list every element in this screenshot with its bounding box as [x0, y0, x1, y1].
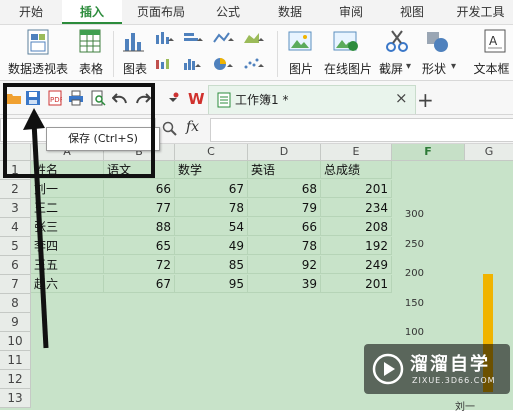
new-tab-icon[interactable]: +: [417, 88, 434, 112]
pie-chart-icon[interactable]: [213, 57, 237, 74]
row-header[interactable]: 13: [0, 389, 31, 408]
watermark-subtitle: ZIXUE.3D66.COM: [412, 376, 496, 385]
table-cell[interactable]: 54: [175, 218, 248, 236]
table-cell[interactable]: 39: [248, 275, 321, 293]
chart-y-tick: 200: [404, 268, 424, 279]
table-cell[interactable]: 77: [104, 199, 175, 217]
table-cell[interactable]: 67: [175, 180, 248, 198]
table-cell[interactable]: 95: [175, 275, 248, 293]
table-cell[interactable]: 78: [248, 237, 321, 255]
screenshot-label[interactable]: 截屏: [376, 61, 406, 77]
tab-developer[interactable]: 开发工具: [448, 0, 513, 24]
column-header-g[interactable]: G: [465, 144, 513, 161]
watermark: 溜溜自学 ZIXUE.3D66.COM: [364, 344, 510, 394]
tab-page-layout[interactable]: 页面布局: [125, 0, 197, 24]
bar-chart-icon[interactable]: [183, 31, 205, 48]
chart-y-tick: 300: [404, 209, 424, 220]
table-label[interactable]: 表格: [74, 61, 108, 77]
wps-logo-icon[interactable]: W: [188, 90, 205, 108]
shapes-icon[interactable]: [425, 29, 449, 56]
scatter-chart-icon[interactable]: [243, 57, 267, 74]
table-cell[interactable]: 234: [321, 199, 392, 217]
pivot-table-label[interactable]: 数据透视表: [2, 61, 74, 77]
stock-chart-icon[interactable]: [154, 57, 176, 74]
svg-text:A: A: [489, 34, 498, 48]
tab-view[interactable]: 视图: [384, 0, 440, 24]
watermark-title: 溜溜自学: [410, 354, 490, 375]
menu-bar: 开始 插入 页面布局 公式 数据 审阅 视图 开发工具: [0, 0, 513, 25]
ribbon-divider: [113, 31, 114, 77]
line-chart-icon[interactable]: [213, 31, 237, 48]
table-header-cell[interactable]: 总成绩: [321, 161, 392, 179]
table-icon[interactable]: [79, 29, 101, 56]
table-cell[interactable]: 249: [321, 256, 392, 274]
customize-toolbar-icon[interactable]: [165, 90, 181, 106]
chart-y-tick: 250: [404, 239, 424, 250]
table-header-cell[interactable]: 英语: [248, 161, 321, 179]
shapes-dropdown-icon[interactable]: ▾: [451, 61, 456, 72]
online-picture-icon[interactable]: [333, 29, 359, 56]
close-tab-icon[interactable]: ×: [395, 89, 408, 107]
chart-y-tick: 100: [404, 327, 424, 338]
ribbon: 数据透视表 表格 图表 图片 在线图片 截屏 ▾ 形状 ▾ A 文本框: [0, 25, 513, 81]
chart-label[interactable]: 图表: [118, 61, 152, 77]
ribbon-divider-2: [277, 31, 278, 77]
table-cell[interactable]: 88: [104, 218, 175, 236]
table-cell[interactable]: 68: [248, 180, 321, 198]
area-chart-icon[interactable]: [243, 31, 267, 48]
column-header-c[interactable]: C: [175, 144, 248, 161]
table-cell[interactable]: 208: [321, 218, 392, 236]
scissors-icon[interactable]: [385, 29, 409, 56]
document-tab-title: 工作簿1 *: [235, 93, 289, 107]
column-header-d[interactable]: D: [248, 144, 321, 161]
column-header-e[interactable]: E: [321, 144, 392, 161]
zoom-search-icon[interactable]: [162, 121, 178, 140]
annotation-arrow: [23, 108, 49, 349]
picture-label[interactable]: 图片: [284, 61, 318, 77]
table-cell[interactable]: 192: [321, 237, 392, 255]
shapes-label[interactable]: 形状: [418, 61, 450, 77]
formula-input[interactable]: [210, 118, 513, 142]
tab-review[interactable]: 审阅: [322, 0, 380, 24]
document-icon: [217, 92, 231, 111]
table-cell[interactable]: 201: [321, 275, 392, 293]
row-header[interactable]: 12: [0, 370, 31, 389]
textbox-label[interactable]: 文本框: [470, 61, 513, 77]
tab-home[interactable]: 开始: [0, 0, 62, 24]
table-cell[interactable]: 78: [175, 199, 248, 217]
chart-y-tick: 150: [404, 298, 424, 309]
table-cell[interactable]: 92: [248, 256, 321, 274]
pivot-table-icon[interactable]: [27, 29, 49, 58]
fx-button[interactable]: fx: [186, 119, 199, 135]
table-cell[interactable]: 79: [248, 199, 321, 217]
screenshot-dropdown-icon[interactable]: ▾: [406, 61, 411, 72]
document-tab[interactable]: 工作簿1 * ×: [208, 85, 416, 114]
table-cell[interactable]: 49: [175, 237, 248, 255]
tab-data[interactable]: 数据: [262, 0, 318, 24]
chart-x-tick: 刘一: [455, 402, 475, 413]
table-cell[interactable]: 66: [248, 218, 321, 236]
online-picture-label[interactable]: 在线图片: [320, 61, 376, 77]
column-header-f[interactable]: F: [392, 144, 465, 161]
table-cell[interactable]: 66: [104, 180, 175, 198]
svg-text:W: W: [188, 90, 205, 106]
chart-icon[interactable]: [122, 29, 146, 56]
play-logo-icon: [372, 353, 404, 388]
table-cell[interactable]: 72: [104, 256, 175, 274]
table-cell[interactable]: 201: [321, 180, 392, 198]
tab-formulas[interactable]: 公式: [200, 0, 256, 24]
table-header-cell[interactable]: 数学: [175, 161, 248, 179]
table-cell[interactable]: 67: [104, 275, 175, 293]
column-chart-icon[interactable]: [154, 31, 176, 48]
tab-insert[interactable]: 插入: [62, 0, 122, 24]
picture-icon[interactable]: [288, 29, 312, 56]
textbox-icon[interactable]: A: [484, 29, 506, 56]
table-cell[interactable]: 65: [104, 237, 175, 255]
histogram-icon[interactable]: [183, 57, 205, 74]
table-cell[interactable]: 85: [175, 256, 248, 274]
